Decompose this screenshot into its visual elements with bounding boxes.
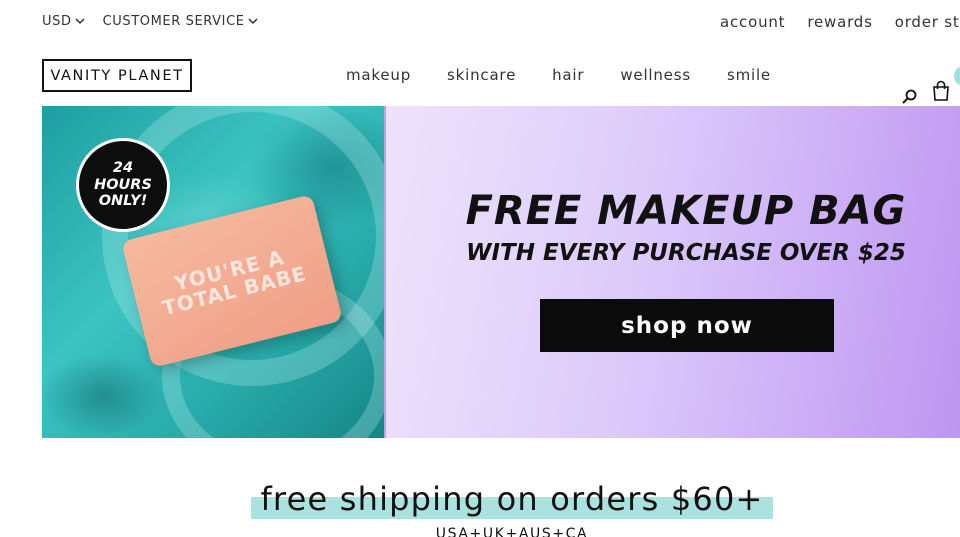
shipping-headline: free shipping on orders $60+ [260,480,764,518]
hero-promo-panel: FREE MAKEUP BAG WITH EVERY PURCHASE OVER… [384,106,960,438]
order-status-link[interactable]: order status [895,13,960,31]
nav-wellness[interactable]: wellness [620,66,691,84]
currency-label: USD [42,14,72,29]
account-link[interactable]: account [720,13,785,31]
shipping-regions: USA+UK+AUS+CA [435,526,589,537]
pouch-print-text: YOU'RE A TOTAL BABE [159,245,309,321]
chevron-down-icon [248,18,258,25]
nav-makeup[interactable]: makeup [346,66,411,84]
hero-subtitle: WITH EVERY PURCHASE OVER $25 [466,240,906,266]
rewards-link[interactable]: rewards [807,13,872,31]
main-nav: makeup skincare hair wellness smile [346,66,807,84]
chat-widget-button[interactable] [954,66,960,86]
hero-banner[interactable]: YOU'RE A TOTAL BABE 24 HOURS ONLY! FREE … [42,106,960,438]
currency-selector[interactable]: USD [42,14,85,29]
customer-service-menu[interactable]: CUSTOMER SERVICE [103,14,258,29]
account-links: account rewards order status [720,13,960,31]
chevron-down-icon [75,18,85,25]
nav-smile[interactable]: smile [727,66,771,84]
utility-left: USD CUSTOMER SERVICE [42,14,276,29]
hero-image: YOU'RE A TOTAL BABE 24 HOURS ONLY! [42,106,402,438]
bag-icon[interactable] [931,80,951,102]
customer-service-label: CUSTOMER SERVICE [102,14,245,29]
shop-now-button[interactable]: shop now [540,299,834,352]
nav-skincare[interactable]: skincare [447,66,516,84]
limited-time-badge: 24 HOURS ONLY! [76,138,170,232]
search-icon[interactable] [900,88,918,106]
logo[interactable]: VANITY PLANET [42,59,192,92]
hero-title: FREE MAKEUP BAG [465,188,907,234]
nav-hair[interactable]: hair [552,66,584,84]
